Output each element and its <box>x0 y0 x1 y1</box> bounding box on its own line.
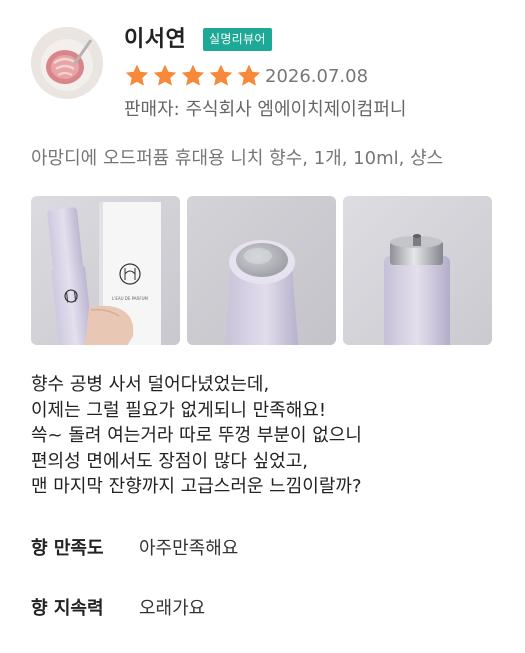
survey-value: 아주만족해요 <box>139 538 239 559</box>
seller-name: 판매자: 주식회사 엠에이치제이컴퍼니 <box>124 99 407 120</box>
product-option: 아망디에 오드퍼퓸 휴대용 니치 향수, 1개, 10ml, 샹스 <box>31 148 444 169</box>
verified-reviewer-badge: 실명리뷰어 <box>203 28 272 51</box>
perfume-cap-top-photo[interactable] <box>187 196 336 345</box>
perfume-atomizer-nozzle-photo[interactable] <box>343 196 492 345</box>
survey-label: 향 지속력 <box>31 598 104 619</box>
perfume-with-box-photo[interactable]: L'EAU DE PARFUM <box>31 196 180 345</box>
review-photos: L'EAU DE PARFUM <box>31 196 492 345</box>
star-icon <box>153 64 177 86</box>
star-icon <box>237 64 261 86</box>
review-date: 2026.07.08 <box>265 66 369 87</box>
review-text-line: 편의성 면에서도 장점이 많다 싶었고, <box>31 450 309 472</box>
survey-value: 오래가요 <box>139 598 206 619</box>
review-text: 향수 공병 사서 덜어다녔었는데, 이제는 그럴 필요가 없게되니 만족해요! … <box>31 372 511 500</box>
review-text-line: 맨 마지막 잔향까지 고급스러운 느낌이랄까? <box>31 476 362 497</box>
review-text-line: 향수 공병 사서 덜어다녔었는데, <box>31 374 270 395</box>
star-icon <box>125 64 149 86</box>
avatar <box>31 27 103 99</box>
review-text-line: 쓱~ 돌려 여는거라 따로 뚜껑 부분이 없으니 <box>31 425 362 446</box>
star-rating <box>124 63 262 89</box>
box-label: L'EAU DE PARFUM <box>112 296 149 301</box>
survey-label: 향 만족도 <box>31 538 104 559</box>
review-text-line: 이제는 그럴 필요가 없게되니 만족해요! <box>31 399 327 421</box>
star-icon <box>181 64 205 86</box>
review-card: 이서연 실명리뷰어 2026.07.08 판매자: 주식회사 엠에이치제이컴퍼니… <box>0 0 525 653</box>
reviewer-name: 이서연 <box>124 27 187 52</box>
star-icon <box>209 64 233 86</box>
